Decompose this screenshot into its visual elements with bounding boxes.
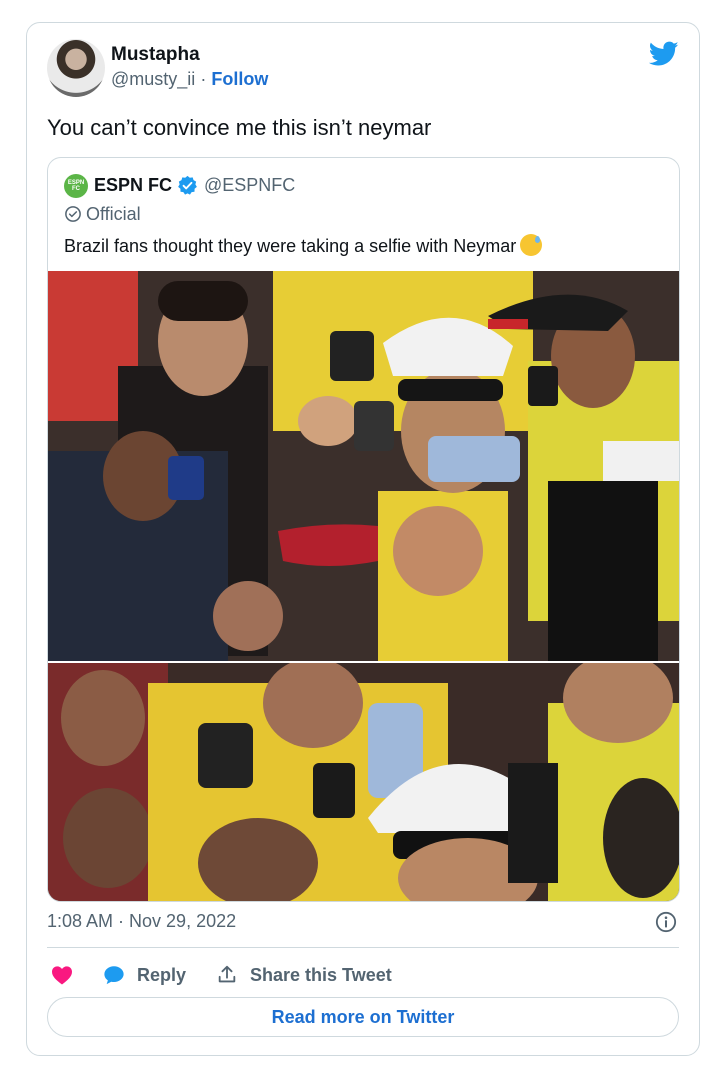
twitter-bird-icon[interactable] bbox=[649, 41, 679, 67]
reply-button[interactable]: Reply bbox=[137, 965, 186, 986]
timestamp-link[interactable]: 1:08 AM · Nov 29, 2022 bbox=[47, 911, 236, 932]
media-photo-1[interactable] bbox=[48, 271, 679, 661]
quoted-tweet-text-row: Brazil fans thought they were taking a s… bbox=[64, 234, 543, 257]
share-button[interactable]: Share this Tweet bbox=[250, 965, 392, 986]
info-icon[interactable] bbox=[655, 911, 677, 933]
quoted-author-handle[interactable]: @ESPNFC bbox=[204, 175, 295, 196]
crowd-photo-1 bbox=[48, 271, 679, 661]
quoted-media[interactable] bbox=[48, 271, 679, 901]
author-handle[interactable]: @musty_ii bbox=[111, 69, 195, 89]
sweat-smile-emoji-icon bbox=[520, 234, 543, 256]
author-handle-row: @musty_ii · Follow bbox=[111, 69, 268, 90]
verified-badge-icon bbox=[178, 175, 197, 195]
official-label: Official bbox=[86, 204, 141, 224]
separator: · bbox=[200, 69, 207, 89]
avatar[interactable] bbox=[47, 39, 105, 97]
reply-bubble-icon[interactable] bbox=[103, 964, 125, 986]
read-more-button[interactable]: Read more on Twitter bbox=[47, 997, 679, 1037]
follow-link[interactable]: Follow bbox=[211, 69, 268, 89]
share-icon[interactable] bbox=[216, 964, 238, 986]
quoted-tweet-text: Brazil fans thought they were taking a s… bbox=[64, 236, 517, 256]
official-check-icon bbox=[65, 206, 81, 222]
crowd-photo-2 bbox=[48, 663, 679, 901]
tweet-card: Mustapha @musty_ii · Follow You can’t co… bbox=[26, 22, 700, 1056]
divider bbox=[47, 947, 679, 948]
action-bar: Reply Share this Tweet bbox=[51, 961, 392, 989]
author-name[interactable]: Mustapha bbox=[111, 44, 200, 66]
heart-icon[interactable] bbox=[51, 965, 73, 985]
media-photo-2[interactable] bbox=[48, 663, 679, 901]
tweet-text: You can’t convince me this isn’t neymar bbox=[47, 115, 432, 140]
quoted-author-name[interactable]: ESPN FC bbox=[94, 175, 172, 196]
quoted-tweet[interactable]: ESPN FC ESPN FC @ESPNFC Official Brazil … bbox=[47, 157, 680, 902]
espn-fc-logo[interactable]: ESPN FC bbox=[64, 174, 88, 198]
